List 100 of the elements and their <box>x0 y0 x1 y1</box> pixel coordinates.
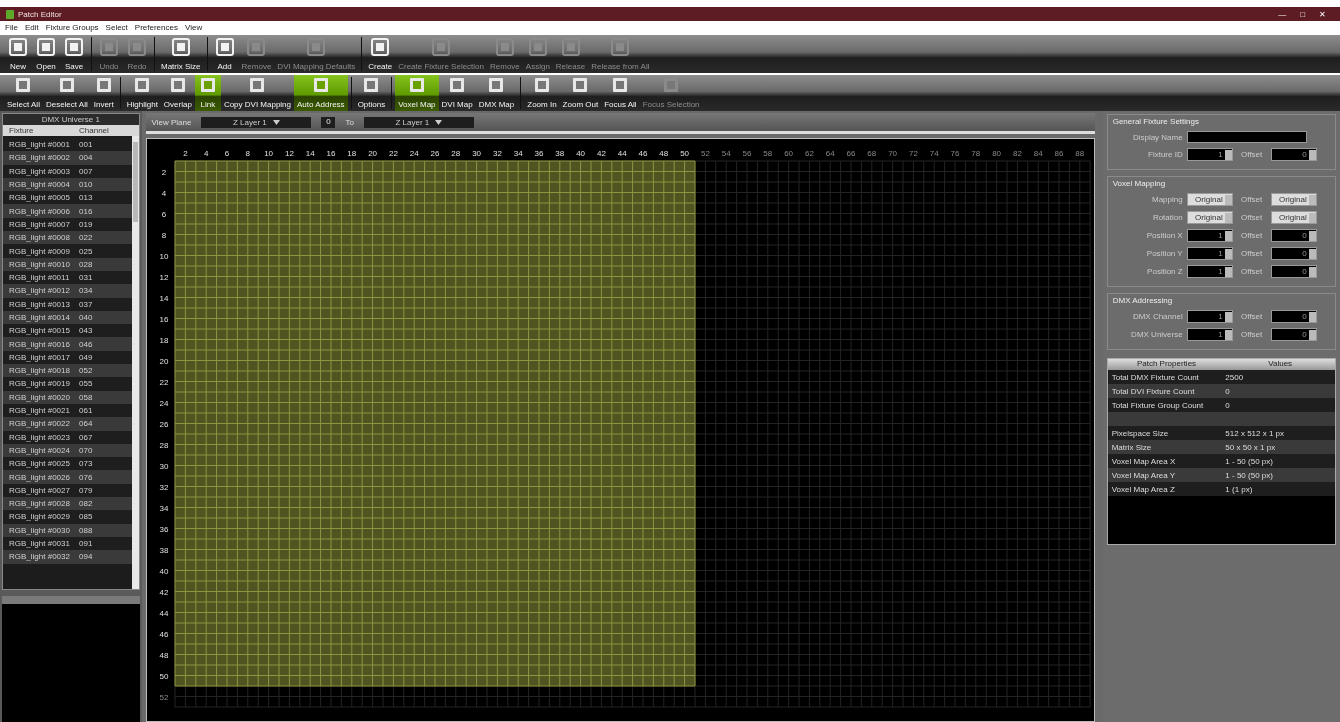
column-number: 30 <box>471 149 481 158</box>
square-icon <box>63 37 85 57</box>
fixture-row[interactable]: RGB_light #0018 052 <box>3 364 132 378</box>
spin-field[interactable]: 1 <box>1186 265 1233 278</box>
number-field[interactable]: 0 <box>321 116 336 128</box>
column-header[interactable]: Values <box>1221 359 1335 370</box>
toolbar-button[interactable]: Add <box>210 35 239 73</box>
fixture-row[interactable]: RGB_light #0032 094 <box>3 550 132 564</box>
spin-field[interactable]: 1 <box>1186 229 1233 242</box>
plane-dropdown[interactable]: Z Layer 1 <box>363 116 474 128</box>
select-field[interactable]: Original <box>1270 193 1317 206</box>
field-label: Offset <box>1240 249 1264 258</box>
toolbar-button[interactable]: Matrix Size <box>158 35 204 73</box>
spin-field[interactable]: 1 <box>1186 328 1233 341</box>
window-control[interactable]: □ <box>1300 9 1305 19</box>
field-label: Position Z <box>1146 267 1183 276</box>
toolbar-button[interactable]: Voxel Map <box>395 75 439 111</box>
toolbar-button[interactable]: DMX Map <box>475 75 518 111</box>
row-number: 28 <box>159 440 168 450</box>
window-control[interactable]: — <box>1278 9 1287 19</box>
square-icon <box>609 37 632 57</box>
fixture-row[interactable]: RGB_light #0028 082 <box>3 497 132 511</box>
toolbar-button[interactable]: Highlight <box>123 75 161 111</box>
plane-dropdown[interactable]: Z Layer 1 <box>201 116 312 128</box>
toolbar-button[interactable]: Link <box>194 75 221 111</box>
column-header[interactable]: Fixture <box>3 126 77 135</box>
name-field[interactable] <box>1186 131 1307 143</box>
column-number: 14 <box>305 149 315 158</box>
column-number: 46 <box>638 149 647 158</box>
select-field[interactable]: Original <box>1270 211 1317 224</box>
row-number: 20 <box>159 356 168 366</box>
spin-field[interactable]: 0 <box>1270 328 1317 341</box>
row-number: 48 <box>159 650 168 660</box>
toolbar-button[interactable]: Auto Address <box>294 75 348 111</box>
toolbar-button[interactable]: Create <box>365 35 396 73</box>
group-title: DMX Addressing <box>1112 296 1174 305</box>
toolbar-button[interactable]: Options <box>354 75 389 111</box>
toolbar-button[interactable]: Overlap <box>160 75 195 111</box>
menu-item[interactable]: File <box>5 22 18 32</box>
spin-field[interactable]: 0 <box>1270 148 1317 161</box>
select-field[interactable]: Original <box>1186 211 1233 224</box>
square-icon <box>7 37 29 57</box>
table-cell-text: 50 x 50 x 1 px <box>1224 442 1277 452</box>
spin-field[interactable]: 1 <box>1186 247 1233 260</box>
square-icon <box>98 37 120 57</box>
group-title: Voxel Mapping <box>1112 179 1167 188</box>
table-cell-text: Voxel Map Area Y <box>1110 470 1177 480</box>
toolbar-button[interactable]: Open <box>32 35 60 73</box>
toolbar-button[interactable]: Invert <box>90 75 117 111</box>
menu-item[interactable]: Edit <box>24 22 39 32</box>
fixture-row[interactable]: RGB_light #0026 076 <box>3 470 132 484</box>
spin-field[interactable]: 0 <box>1270 247 1317 260</box>
column-number: 54 <box>721 149 731 158</box>
window-control[interactable]: ✕ <box>1319 9 1326 19</box>
square-icon <box>526 37 549 57</box>
square-icon <box>559 37 582 57</box>
universe-dropdown[interactable]: DMX Universe 1 <box>3 114 139 125</box>
column-header[interactable]: Channel <box>77 126 109 135</box>
column-number: 82 <box>1012 149 1022 158</box>
toolbar-button[interactable]: New <box>4 35 32 73</box>
select-field[interactable]: Original <box>1186 193 1233 206</box>
fixture-row[interactable]: RGB_light #0006 016 <box>3 204 132 218</box>
row-number: 30 <box>159 461 168 471</box>
column-header[interactable]: Patch Properties <box>1107 359 1222 370</box>
fixture-row[interactable]: RGB_light #0022 064 <box>3 417 132 431</box>
menu-item[interactable]: Select <box>105 22 128 32</box>
table-cell-text: Total DMX Fixture Count <box>1110 372 1200 382</box>
spin-field[interactable]: 0 <box>1270 229 1317 242</box>
scrollbar[interactable] <box>131 136 139 589</box>
column-number: 70 <box>887 149 897 158</box>
fixture-row[interactable]: RGB_light #0002 004 <box>3 151 132 165</box>
toolbar-button[interactable]: Select All <box>4 75 43 111</box>
fixture-row[interactable]: RGB_light #0012 034 <box>3 284 132 298</box>
toolbar-button[interactable]: Copy DVI Mapping <box>220 75 295 111</box>
column-number: 48 <box>658 149 668 158</box>
spin-field[interactable]: 1 <box>1186 310 1233 323</box>
menu-item[interactable]: Preferences <box>134 22 178 32</box>
spin-field[interactable]: 0 <box>1270 310 1317 323</box>
column-number: 74 <box>929 149 939 158</box>
toolbar-button[interactable]: Zoom In <box>524 75 560 111</box>
toolbar-button[interactable]: DVI Map <box>438 75 476 111</box>
table-cell-text: Pixelspace Size <box>1110 428 1170 438</box>
fixture-row[interactable]: RGB_light #0008 022 <box>3 231 132 245</box>
row-number: 2 <box>161 167 166 177</box>
column-number: 52 <box>700 149 710 158</box>
spin-field[interactable]: 0 <box>1270 265 1317 278</box>
table-cell-text: Voxel Map Area X <box>1110 456 1177 466</box>
menu-item[interactable]: View <box>184 22 203 32</box>
table-cell-text: 512 x 512 x 1 px <box>1224 428 1286 438</box>
row-number: 18 <box>159 335 168 345</box>
column-number: 72 <box>908 149 918 158</box>
toolbar-button[interactable]: Save <box>60 35 88 73</box>
fixture-row[interactable]: RGB_light #0016 046 <box>3 337 132 351</box>
toolbar-button[interactable]: Deselect All <box>42 75 91 111</box>
toolbar-button[interactable]: Focus All <box>601 75 640 111</box>
field-label: Offset <box>1240 267 1264 276</box>
square-icon <box>493 37 516 57</box>
toolbar-button[interactable]: Zoom Out <box>559 75 602 111</box>
menu-item[interactable]: Fixture Groups <box>45 22 99 32</box>
spin-field[interactable]: 1 <box>1186 148 1233 161</box>
